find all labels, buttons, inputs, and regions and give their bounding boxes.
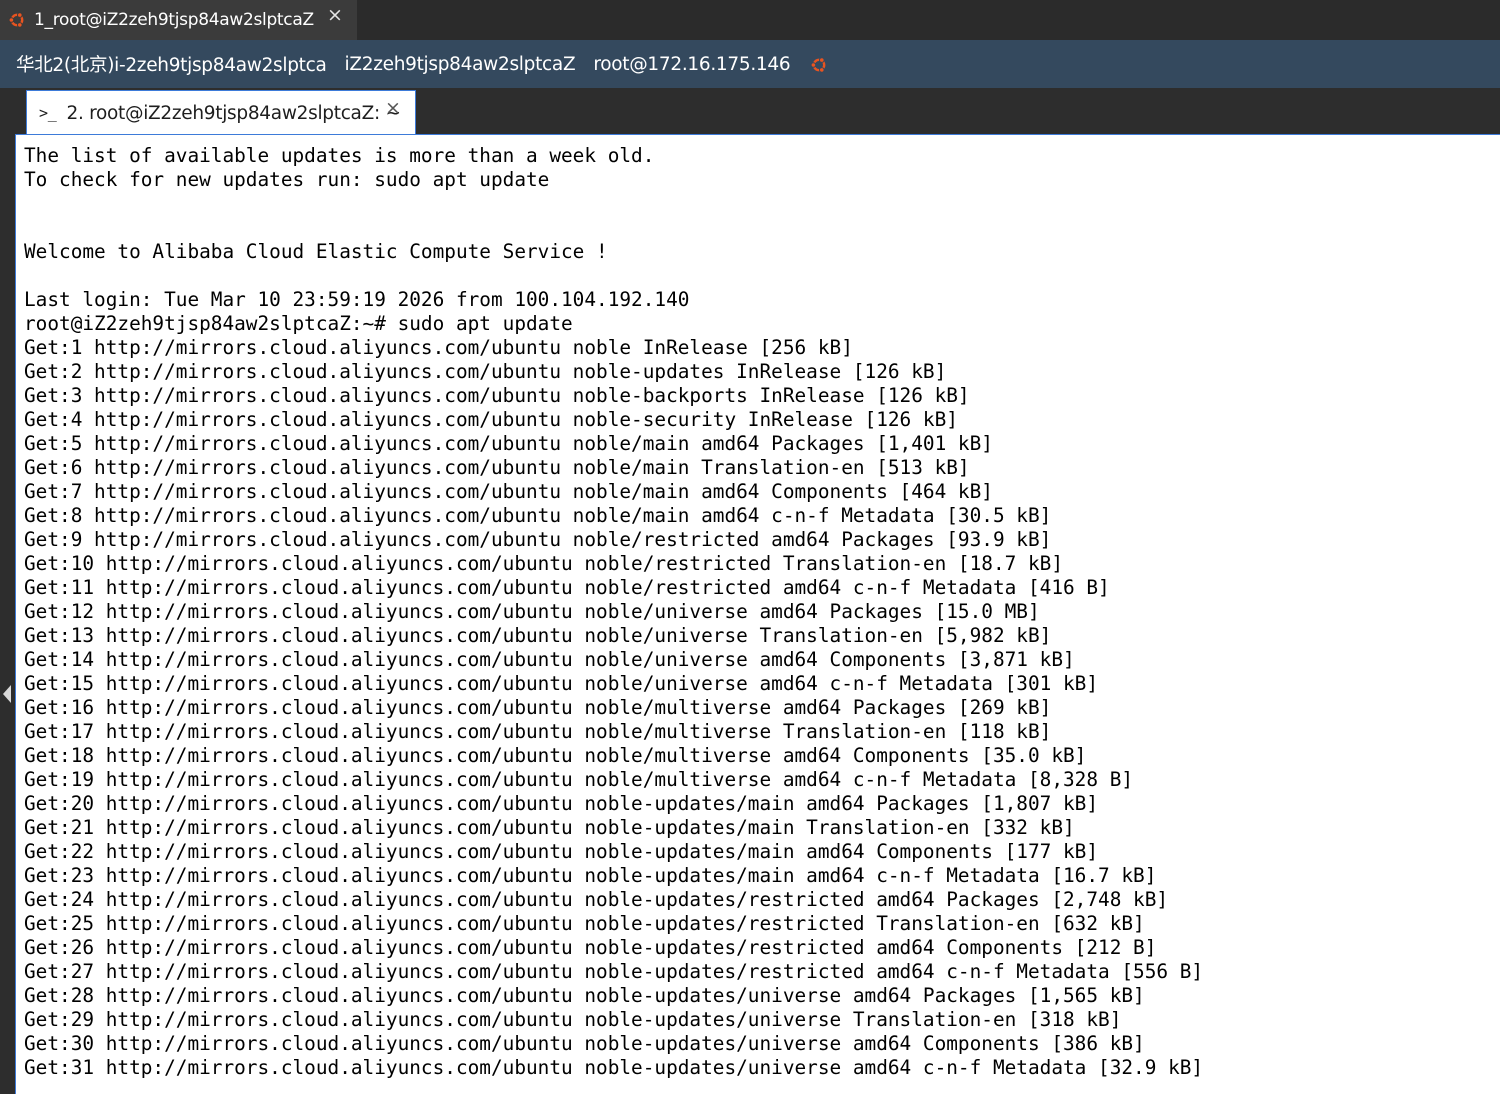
terminal-line: root@iZ2zeh9tjsp84aw2slptcaZ:~# sudo apt… xyxy=(24,312,573,335)
terminal-line: Get:8 http://mirrors.cloud.aliyuncs.com/… xyxy=(24,504,1052,527)
terminal-line: Get:17 http://mirrors.cloud.aliyuncs.com… xyxy=(24,720,1052,743)
ubuntu-logo-icon xyxy=(8,11,26,29)
terminal-line: Get:23 http://mirrors.cloud.aliyuncs.com… xyxy=(24,864,1157,887)
terminal-line: Get:11 http://mirrors.cloud.aliyuncs.com… xyxy=(24,576,1110,599)
chevron-left-icon[interactable] xyxy=(3,685,11,703)
terminal-line: To check for new updates run: sudo apt u… xyxy=(24,168,550,191)
terminal-line: Get:14 http://mirrors.cloud.aliyuncs.com… xyxy=(24,648,1075,671)
terminal-line: Get:4 http://mirrors.cloud.aliyuncs.com/… xyxy=(24,408,958,431)
close-icon[interactable]: × xyxy=(385,97,401,119)
terminal-line: Get:26 http://mirrors.cloud.aliyuncs.com… xyxy=(24,936,1157,959)
terminal-line: Get:28 http://mirrors.cloud.aliyuncs.com… xyxy=(24,984,1145,1007)
ubuntu-logo-icon xyxy=(810,56,828,74)
terminal-line: Get:30 http://mirrors.cloud.aliyuncs.com… xyxy=(24,1032,1145,1055)
window-tab-title: 1_root@iZ2zeh9tjsp84aw2slptcaZ xyxy=(34,10,314,30)
close-icon[interactable]: × xyxy=(327,4,343,26)
terminal-line: Get:16 http://mirrors.cloud.aliyuncs.com… xyxy=(24,696,1052,719)
terminal-line: Get:10 http://mirrors.cloud.aliyuncs.com… xyxy=(24,552,1063,575)
terminal-line: Get:24 http://mirrors.cloud.aliyuncs.com… xyxy=(24,888,1169,911)
terminal-line: Get:3 http://mirrors.cloud.aliyuncs.com/… xyxy=(24,384,970,407)
host-address-label: root@172.16.175.146 xyxy=(593,53,791,75)
terminal-line: Get:6 http://mirrors.cloud.aliyuncs.com/… xyxy=(24,456,970,479)
terminal-tab-title: 2. root@iZ2zeh9tjsp84aw2slptcaZ: ~ xyxy=(66,102,401,124)
terminal-line: Get:31 http://mirrors.cloud.aliyuncs.com… xyxy=(24,1056,1204,1079)
terminal-line: Get:22 http://mirrors.cloud.aliyuncs.com… xyxy=(24,840,1099,863)
terminal-line: Last login: Tue Mar 10 23:59:19 2026 fro… xyxy=(24,288,690,311)
terminal-line: Get:29 http://mirrors.cloud.aliyuncs.com… xyxy=(24,1008,1122,1031)
connection-info-bar: 华北2(北京)i-2zeh9tjsp84aw2slptca iZ2zeh9tjs… xyxy=(0,40,1500,88)
terminal-line: Get:18 http://mirrors.cloud.aliyuncs.com… xyxy=(24,744,1087,767)
terminal-line: Get:21 http://mirrors.cloud.aliyuncs.com… xyxy=(24,816,1075,839)
side-panel-gutter xyxy=(0,88,15,1094)
terminal-line: Get:27 http://mirrors.cloud.aliyuncs.com… xyxy=(24,960,1204,983)
terminal-line: Get:2 http://mirrors.cloud.aliyuncs.com/… xyxy=(24,360,947,383)
terminal-text: The list of available updates is more th… xyxy=(24,144,1203,1080)
terminal-line: Get:15 http://mirrors.cloud.aliyuncs.com… xyxy=(24,672,1099,695)
region-instance-label: 华北2(北京)i-2zeh9tjsp84aw2slptca xyxy=(16,55,327,76)
terminal-line: Get:5 http://mirrors.cloud.aliyuncs.com/… xyxy=(24,432,993,455)
terminal-line: Get:12 http://mirrors.cloud.aliyuncs.com… xyxy=(24,600,1040,623)
terminal-line: The list of available updates is more th… xyxy=(24,144,655,167)
terminal-tab-active[interactable]: >_ 2. root@iZ2zeh9tjsp84aw2slptcaZ: ~ × xyxy=(26,90,416,135)
terminal-line: Get:20 http://mirrors.cloud.aliyuncs.com… xyxy=(24,792,1099,815)
terminal-line: Get:9 http://mirrors.cloud.aliyuncs.com/… xyxy=(24,528,1052,551)
window-tab-bar: 1_root@iZ2zeh9tjsp84aw2slptcaZ × xyxy=(0,0,1500,40)
instance-hostname-label: iZ2zeh9tjsp84aw2slptcaZ xyxy=(344,53,576,75)
terminal-line: Welcome to Alibaba Cloud Elastic Compute… xyxy=(24,240,608,263)
terminal-output[interactable]: The list of available updates is more th… xyxy=(15,134,1500,1094)
terminal-line: Get:1 http://mirrors.cloud.aliyuncs.com/… xyxy=(24,336,853,359)
terminal-line: Get:25 http://mirrors.cloud.aliyuncs.com… xyxy=(24,912,1145,935)
terminal-line: Get:19 http://mirrors.cloud.aliyuncs.com… xyxy=(24,768,1134,791)
window-tab-session-1[interactable]: 1_root@iZ2zeh9tjsp84aw2slptcaZ × xyxy=(0,0,357,40)
terminal-line: Get:7 http://mirrors.cloud.aliyuncs.com/… xyxy=(24,480,993,503)
terminal-line: Get:13 http://mirrors.cloud.aliyuncs.com… xyxy=(24,624,1052,647)
terminal-prompt-icon: >_ xyxy=(39,104,57,122)
